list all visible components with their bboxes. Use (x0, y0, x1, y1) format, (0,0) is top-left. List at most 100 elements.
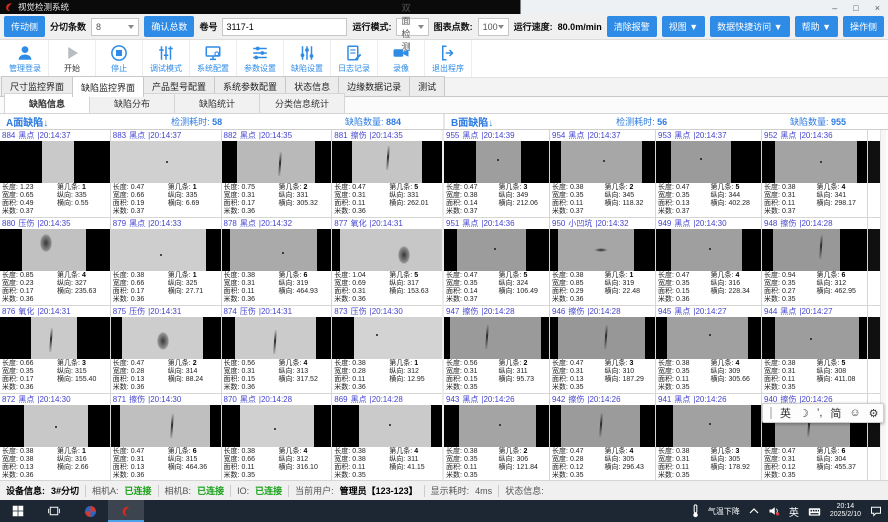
defect-card[interactable]: 954黑点|20:14:37长度:0.38宽度:0.35面积:0.11米数:0.… (550, 130, 655, 217)
action-play-button[interactable]: 开始 (49, 40, 96, 77)
defect-card[interactable]: 883黑点|20:14:37长度:0.47宽度:0.66面积:0.19米数:0.… (111, 130, 221, 217)
defect-card[interactable]: 949黑点|20:14:30长度:0.47宽度:0.35面积:0.15米数:0.… (656, 218, 761, 305)
action-equalizer-button[interactable]: 缺陷设置 (284, 40, 331, 77)
run-mode-select[interactable]: 双面检测 (396, 18, 428, 36)
defect-card[interactable]: 943黑点|20:14:26长度:0.38宽度:0.35面积:0.11米数:0.… (444, 394, 549, 480)
ime-item-3[interactable]: 简 (830, 405, 841, 421)
device-info-value: 3#分切 (51, 484, 79, 497)
defect-card[interactable]: 884黑点|20:14:37长度:1.23宽度:0.65面积:0.49米数:0.… (0, 130, 110, 217)
hidden-icons-chevron[interactable] (749, 508, 759, 514)
defect-card[interactable]: 875压伤|20:14:31长度:0.47宽度:0.28面积:0.13米数:0.… (111, 306, 221, 393)
image-band (671, 141, 731, 183)
minimize-button[interactable]: – (832, 3, 837, 13)
ime-item-2[interactable]: ’, (817, 407, 823, 419)
action-log-button[interactable]: 日志记录 (331, 40, 378, 77)
stat-label: 宽度: (224, 280, 240, 288)
panel-title-b[interactable]: B面缺陷↓ (451, 114, 493, 129)
sub-tab-3[interactable]: 分类信息统计 (259, 93, 345, 113)
panel-title-a[interactable]: A面缺陷↓ (6, 114, 48, 129)
defect-card[interactable]: 876氧化|20:14:31长度:0.66宽度:0.35面积:0.17米数:0.… (0, 306, 110, 393)
defect-card[interactable]: 955黑点|20:14:39长度:0.47宽度:0.38面积:0.14米数:0.… (444, 130, 549, 217)
action-tune-button[interactable]: 调试模式 (143, 40, 190, 77)
confirm-total-button[interactable]: 确认总数 (144, 16, 194, 37)
chart-points-select[interactable]: 100 (478, 18, 509, 36)
close-button[interactable]: × (875, 3, 880, 13)
roll-number-input[interactable] (222, 18, 347, 36)
sub-tab-2[interactable]: 缺陷统计 (174, 93, 260, 113)
volume-icon[interactable] (768, 505, 780, 517)
main-tab-6[interactable]: 测试 (409, 76, 445, 96)
defect-card[interactable]: 947擦伤|20:14:28长度:0.56宽度:0.31面积:0.15米数:0.… (444, 306, 549, 393)
defect-card[interactable]: 872黑点|20:14:30长度:0.38宽度:0.38面积:0.13米数:0.… (0, 394, 110, 480)
weather-text[interactable]: 气温下降 (708, 506, 740, 517)
ime-item-0[interactable]: 英 (780, 405, 791, 421)
ime-language-indicator[interactable]: 英 (789, 504, 799, 519)
maximize-button[interactable]: □ (853, 3, 858, 13)
stat-value: 187.29 (622, 376, 643, 384)
ime-item-1[interactable]: ☽ (799, 407, 809, 420)
action-user-button[interactable]: 管理登录 (2, 40, 49, 77)
defect-card[interactable]: 952黑点|20:14:36长度:0.38宽度:0.31面积:0.11米数:0.… (762, 130, 867, 217)
taskbar-active-app-icon[interactable] (108, 500, 144, 522)
data-quick-access-menu-button[interactable]: 数据快捷访问 ▼ (710, 16, 789, 37)
defect-card[interactable]: 944黑点|20:14:27长度:0.38宽度:0.31面积:0.11米数:0.… (762, 306, 867, 393)
defect-time: |20:14:32 (595, 219, 628, 228)
stats-left-column: 长度:0.38宽度:0.28面积:0.11米数:0.36 (334, 360, 389, 393)
defect-mark (709, 423, 711, 425)
main-tab-1[interactable]: 缺陷监控界面 (72, 76, 144, 97)
stat-label: 宽度: (764, 456, 780, 464)
defect-type: 压伤 (18, 218, 34, 229)
defect-card[interactable]: 874压伤|20:14:31长度:0.56宽度:0.31面积:0.15米数:0.… (222, 306, 332, 393)
defect-card[interactable]: 951黑点|20:14:36长度:0.47宽度:0.35面积:0.14米数:0.… (444, 218, 549, 305)
defect-card[interactable]: 871擦伤|20:14:30长度:0.47宽度:0.31面积:0.13米数:0.… (111, 394, 221, 480)
strip-count-select[interactable]: 8 (91, 18, 139, 36)
start-button[interactable] (0, 500, 36, 522)
clear-alarm-button[interactable]: 清除报警 (607, 16, 657, 37)
vertical-scrollbar[interactable] (880, 130, 886, 480)
stat-row: 米数:0.37 (2, 208, 57, 216)
defect-card[interactable]: 948擦伤|20:14:28长度:0.94宽度:0.35面积:0.27米数:0.… (762, 218, 867, 305)
stat-row: 米数:0.36 (334, 384, 389, 392)
drive-side-button[interactable]: 传动侧 (4, 16, 45, 37)
stats-left-column: 长度:0.38宽度:0.66面积:0.11米数:0.35 (224, 448, 279, 480)
defect-card[interactable]: 880压伤|20:14:35长度:0.85宽度:0.23面积:0.17米数:0.… (0, 218, 110, 305)
action-monitor-button[interactable]: 系统配置 (190, 40, 237, 77)
clock[interactable]: 20:14 2025/2/10 (830, 503, 861, 519)
action-stop-button[interactable]: 停止 (96, 40, 143, 77)
stat-row: 宽度:0.23 (2, 280, 57, 288)
help-menu-button[interactable]: 帮助 ▼ (795, 16, 838, 37)
defect-card[interactable]: 869黑点|20:14:28长度:0.38宽度:0.38面积:0.11米数:0.… (332, 394, 442, 480)
ime-grip[interactable] (770, 407, 772, 419)
defect-card[interactable]: 870黑点|20:14:28长度:0.38宽度:0.66面积:0.11米数:0.… (222, 394, 332, 480)
ime-item-5[interactable]: ⚙ (869, 407, 879, 420)
defect-card[interactable]: 942擦伤|20:14:26长度:0.47宽度:0.28面积:0.12米数:0.… (550, 394, 655, 480)
status-info-label: 状态信息: (505, 484, 544, 497)
task-view-button[interactable] (36, 500, 72, 522)
action-exit-button[interactable]: 退出程序 (425, 40, 472, 77)
defect-type: 黑点 (674, 130, 690, 141)
action-camera-button[interactable]: 录像 (378, 40, 425, 77)
keyboard-icon[interactable] (808, 505, 821, 518)
defect-card[interactable]: 873压伤|20:14:30长度:0.38宽度:0.28面积:0.11米数:0.… (332, 306, 442, 393)
defect-card[interactable]: 878黑点|20:14:32长度:0.38宽度:0.31面积:0.11米数:0.… (222, 218, 332, 305)
stats-left-column: 长度:0.47宽度:0.28面积:0.13米数:0.36 (113, 360, 168, 393)
operator-side-button[interactable]: 操作侧 (843, 16, 884, 37)
defect-card[interactable]: 946擦伤|20:14:28长度:0.47宽度:0.31面积:0.13米数:0.… (550, 306, 655, 393)
defect-card[interactable]: 945黑点|20:14:27长度:0.38宽度:0.35面积:0.11米数:0.… (656, 306, 761, 393)
ime-item-4[interactable]: ☺ (849, 407, 860, 419)
main-tab-5[interactable]: 边缘数据记录 (338, 76, 410, 96)
defect-card[interactable]: 879黑点|20:14:33长度:0.38宽度:0.66面积:0.17米数:0.… (111, 218, 221, 305)
action-sliders-button[interactable]: 参数设置 (237, 40, 284, 77)
view-menu-button[interactable]: 视图 ▼ (662, 16, 705, 37)
stat-row: 长度:0.38 (552, 272, 605, 280)
defect-card[interactable]: 950小凹坑|20:14:32长度:0.38宽度:0.85面积:0.29米数:0… (550, 218, 655, 305)
taskbar-app-icon[interactable] (72, 500, 108, 522)
thermometer-icon[interactable] (692, 504, 699, 518)
stat-value: 0.11 (352, 464, 365, 472)
defect-card[interactable]: 881擦伤|20:14:35长度:0.47宽度:0.31面积:0.11米数:0.… (332, 130, 442, 217)
defect-card[interactable]: 882黑点|20:14:35长度:0.75宽度:0.31面积:0.17米数:0.… (222, 130, 332, 217)
defect-card[interactable]: 877氧化|20:14:31长度:1.04宽度:0.69面积:0.31米数:0.… (332, 218, 442, 305)
defect-card[interactable]: 953黑点|20:14:37长度:0.47宽度:0.35面积:0.13米数:0.… (656, 130, 761, 217)
defect-card[interactable]: 941黑点|20:14:26长度:0.38宽度:0.31面积:0.11米数:0.… (656, 394, 761, 480)
action-center-icon[interactable] (870, 505, 882, 517)
